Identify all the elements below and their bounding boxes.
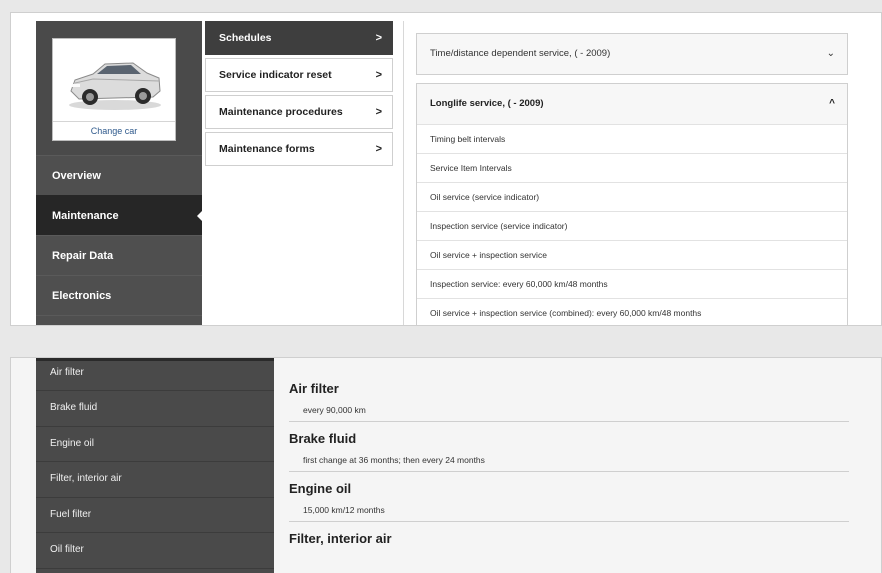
menu-item-maintenance-procedures[interactable]: Maintenance procedures > xyxy=(205,95,393,129)
section-title: Air filter xyxy=(289,381,339,396)
list-item[interactable]: Service Item Intervals xyxy=(417,153,847,182)
list-item[interactable]: Inspection service: every 60,000 km/48 m… xyxy=(417,269,847,298)
maintenance-panel: Change car Overview Maintenance Repair D… xyxy=(10,12,882,326)
menu-item-schedules[interactable]: Schedules > xyxy=(205,21,393,55)
menu-item-label: Schedules xyxy=(219,32,272,44)
section-detail: first change at 36 months; then every 24… xyxy=(289,451,849,472)
chevron-right-icon: > xyxy=(375,143,382,155)
list-item[interactable]: Oil service + inspection service (combin… xyxy=(417,298,847,325)
chevron-up-icon: ^ xyxy=(829,98,835,109)
chevron-down-icon: ⌄ xyxy=(826,48,835,59)
schedule-list: Time/distance dependent service, ( - 200… xyxy=(416,33,848,325)
service-items-panel: Air filter Brake fluid Engine oil Filter… xyxy=(10,357,882,573)
service-items-sidebar: Air filter Brake fluid Engine oil Filter… xyxy=(36,358,274,573)
vehicle-card: Change car xyxy=(52,38,176,141)
menu-item-label: Maintenance forms xyxy=(219,143,315,155)
nav-item-overview[interactable]: Overview xyxy=(36,155,202,195)
accordion-header[interactable]: Longlife service, ( - 2009) ^ xyxy=(417,84,847,124)
chevron-right-icon: > xyxy=(375,69,382,81)
sidebar-item-brake-fluid[interactable]: Brake fluid xyxy=(36,391,274,427)
section-detail: 15,000 km/12 months xyxy=(289,501,849,522)
sidebar-item-air-filter[interactable]: Air filter xyxy=(36,361,274,391)
accordion-title: Time/distance dependent service, ( - 200… xyxy=(430,48,611,59)
menu-item-label: Service indicator reset xyxy=(219,69,332,81)
list-item[interactable]: Oil service + inspection service xyxy=(417,240,847,269)
nav-item-electronics[interactable]: Electronics xyxy=(36,275,202,315)
accordion-time-distance[interactable]: Time/distance dependent service, ( - 200… xyxy=(416,33,848,75)
section-title: Engine oil xyxy=(289,481,352,496)
sidebar-item-engine-oil[interactable]: Engine oil xyxy=(36,427,274,462)
sidebar-item-oil-filter[interactable]: Oil filter xyxy=(36,533,274,569)
sidebar-item-fuel-filter[interactable]: Fuel filter xyxy=(36,498,274,533)
nav-item-more[interactable] xyxy=(36,315,202,325)
change-car-link[interactable]: Change car xyxy=(53,121,175,141)
section-title: Brake fluid xyxy=(289,431,357,446)
menu-item-service-indicator-reset[interactable]: Service indicator reset > xyxy=(205,58,393,92)
nav-item-repair-data[interactable]: Repair Data xyxy=(36,235,202,275)
maintenance-submenu: Schedules > Service indicator reset > Ma… xyxy=(205,21,395,169)
active-indicator-icon xyxy=(197,210,203,222)
accordion-longlife: Longlife service, ( - 2009) ^ Timing bel… xyxy=(416,83,848,325)
list-item[interactable]: Oil service (service indicator) xyxy=(417,182,847,211)
service-items-content: Air filter every 90,000 km Brake fluid f… xyxy=(289,372,849,551)
nav-item-maintenance[interactable]: Maintenance xyxy=(36,195,203,235)
vehicle-sidebar: Change car Overview Maintenance Repair D… xyxy=(36,21,203,325)
section-title: Filter, interior air xyxy=(289,531,392,546)
accordion-title: Longlife service, ( - 2009) xyxy=(430,98,544,109)
sidebar-item-filter-interior-air[interactable]: Filter, interior air xyxy=(36,462,274,498)
chevron-right-icon: > xyxy=(375,32,382,44)
list-item[interactable]: Inspection service (service indicator) xyxy=(417,211,847,240)
nav-item-label: Maintenance xyxy=(52,210,119,222)
menu-item-label: Maintenance procedures xyxy=(219,106,343,118)
section-detail: every 90,000 km xyxy=(289,401,849,422)
menu-item-maintenance-forms[interactable]: Maintenance forms > xyxy=(205,132,393,166)
chevron-right-icon: > xyxy=(375,106,382,118)
car-image xyxy=(69,62,161,110)
list-item[interactable]: Timing belt intervals xyxy=(417,124,847,153)
column-divider xyxy=(403,21,404,325)
